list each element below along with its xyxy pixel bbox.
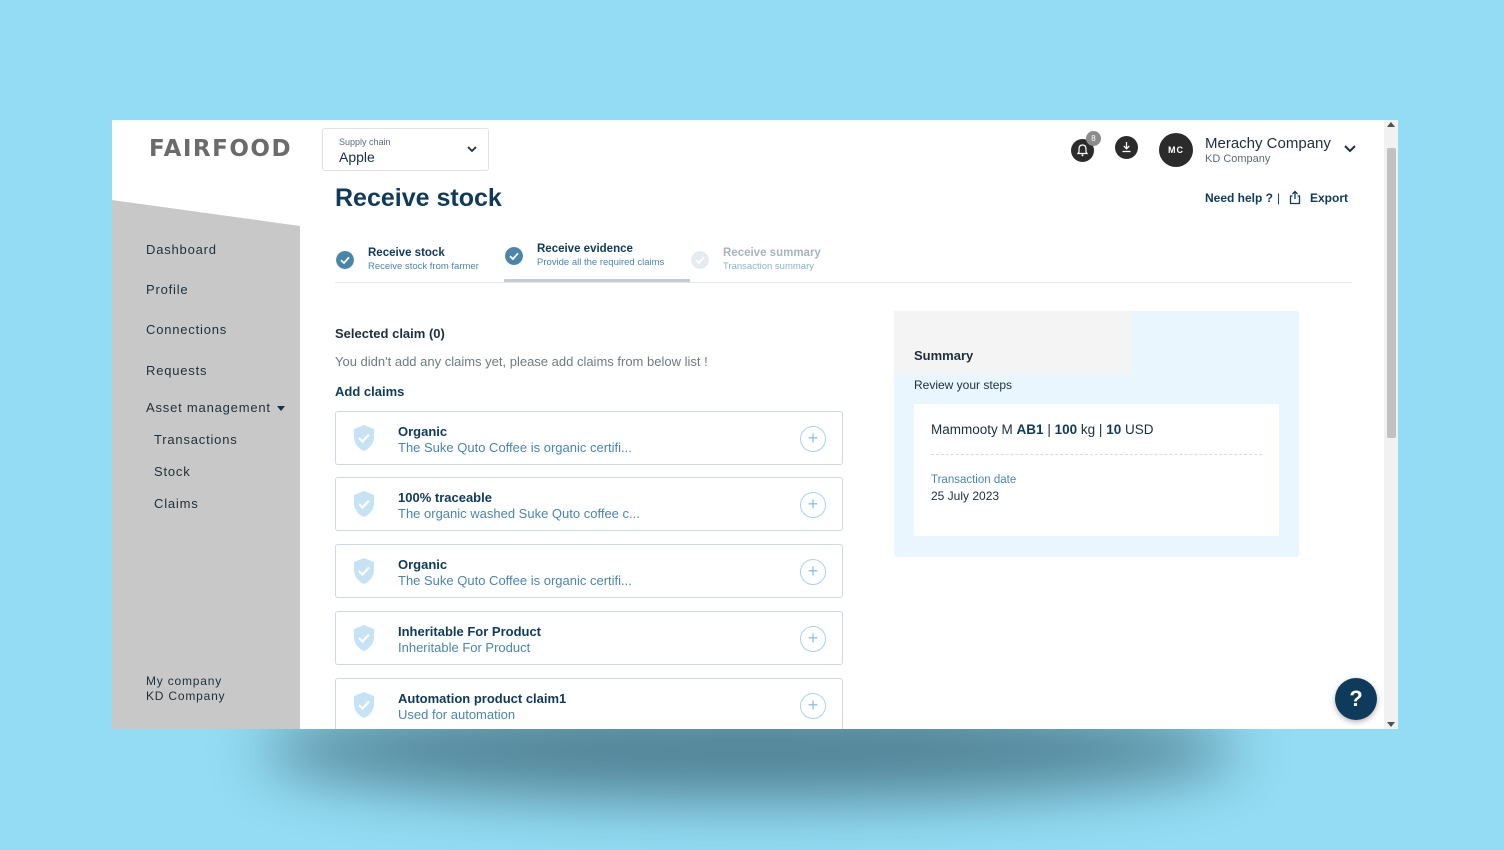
check-circle-icon bbox=[336, 251, 354, 269]
sidebar-item-dashboard[interactable]: Dashboard bbox=[146, 242, 217, 257]
caret-down-icon bbox=[276, 406, 285, 412]
shield-check-icon bbox=[354, 692, 374, 718]
claim-description: The Suke Quto Coffee is organic certifi.… bbox=[398, 573, 632, 588]
chevron-down-icon bbox=[467, 146, 477, 153]
claim-title: 100% traceable bbox=[398, 490, 492, 505]
step-subtitle: Transaction summary bbox=[723, 261, 814, 272]
check-circle-icon bbox=[505, 247, 523, 265]
sidebar-item-transactions[interactable]: Transactions bbox=[154, 432, 238, 447]
my-company[interactable]: My company KD Company bbox=[146, 674, 225, 704]
selected-claims-title: Selected claim (0) bbox=[335, 326, 445, 341]
sidebar-item-requests[interactable]: Requests bbox=[146, 363, 207, 378]
check-circle-icon bbox=[691, 251, 709, 269]
summary-price: 10 bbox=[1106, 422, 1122, 437]
help-button[interactable]: ? bbox=[1335, 678, 1377, 720]
step-title: Receive evidence bbox=[537, 243, 633, 255]
export-button[interactable]: Export bbox=[1310, 191, 1348, 205]
vertical-scrollbar[interactable] bbox=[1384, 120, 1398, 729]
stepper-active-indicator bbox=[504, 279, 690, 282]
claim-title: Automation product claim1 bbox=[398, 691, 567, 706]
download-icon bbox=[1122, 142, 1131, 153]
scrollbar-thumb[interactable] bbox=[1387, 148, 1396, 438]
sidebar-item-asset-management[interactable]: Asset management bbox=[146, 400, 285, 415]
sidebar-item-label: Asset management bbox=[146, 400, 271, 415]
need-help-link[interactable]: Need help ? bbox=[1205, 191, 1273, 205]
add-claim-button[interactable]: + bbox=[800, 559, 826, 585]
sidebar-background bbox=[112, 200, 300, 729]
page-title: Receive stock bbox=[335, 184, 502, 212]
shield-check-icon bbox=[354, 425, 374, 451]
summary-title: Summary bbox=[914, 348, 974, 363]
claim-title: Inheritable For Product bbox=[398, 624, 542, 639]
step-subtitle: Receive stock from farmer bbox=[368, 261, 479, 272]
summary-quantity: 100 bbox=[1054, 422, 1078, 437]
claim-card[interactable]: Organic The Suke Quto Coffee is organic … bbox=[335, 411, 843, 465]
add-claim-button[interactable]: + bbox=[800, 626, 826, 652]
claim-title: Organic bbox=[398, 557, 448, 572]
claim-card[interactable]: 100% traceable The organic washed Suke Q… bbox=[335, 477, 843, 531]
separator: | bbox=[1047, 422, 1051, 437]
supply-chain-select[interactable]: Supply chain Apple bbox=[322, 128, 489, 171]
user-company: KD Company bbox=[1205, 153, 1271, 165]
my-company-name: KD Company bbox=[146, 689, 226, 703]
summary-tab bbox=[894, 311, 1130, 374]
summary-card: Mammooty M AB1 | 100 kg | 10 USD Transac… bbox=[914, 404, 1279, 536]
stepper-line bbox=[335, 282, 1352, 283]
add-claim-button[interactable]: + bbox=[800, 492, 826, 518]
separator: | bbox=[1098, 422, 1103, 437]
summary-transaction-line: Mammooty M AB1 | 100 kg | 10 USD bbox=[931, 422, 1154, 437]
avatar[interactable]: MC bbox=[1159, 133, 1193, 167]
summary-subtitle: Review your steps bbox=[914, 378, 1013, 392]
shield-check-icon bbox=[354, 491, 374, 517]
sidebar-item-connections[interactable]: Connections bbox=[146, 322, 227, 337]
empty-claims-message: You didn't add any claims yet, please ad… bbox=[335, 354, 708, 369]
user-name[interactable]: Merachy Company bbox=[1205, 135, 1331, 152]
chevron-down-icon[interactable] bbox=[1343, 141, 1357, 155]
claim-description: The Suke Quto Coffee is organic certifi.… bbox=[398, 440, 632, 455]
claim-description: The organic washed Suke Quto coffee c... bbox=[398, 506, 640, 521]
add-claim-button[interactable]: + bbox=[800, 693, 826, 719]
claim-description: Used for automation bbox=[398, 707, 516, 722]
download-button[interactable] bbox=[1115, 136, 1138, 159]
shield-check-icon bbox=[354, 558, 374, 584]
add-claims-title: Add claims bbox=[335, 384, 405, 399]
supply-chain-value: Apple bbox=[339, 149, 375, 165]
step-title: Receive stock bbox=[368, 247, 445, 259]
claim-card[interactable]: Automation product claim1 Used for autom… bbox=[335, 678, 843, 729]
claim-card[interactable]: Inheritable For Product Inheritable For … bbox=[335, 611, 843, 665]
export-icon[interactable] bbox=[1288, 190, 1302, 205]
sidebar-item-claims[interactable]: Claims bbox=[154, 496, 199, 511]
notification-count-badge: 8 bbox=[1086, 131, 1101, 146]
supply-chain-label: Supply chain bbox=[339, 137, 391, 147]
summary-currency: USD bbox=[1125, 422, 1154, 437]
summary-farmer: Mammooty M bbox=[931, 422, 1013, 437]
notifications-button[interactable]: 8 bbox=[1071, 131, 1101, 162]
transaction-date-label: Transaction date bbox=[931, 474, 1017, 486]
summary-batch: AB1 bbox=[1016, 422, 1044, 437]
shield-check-icon bbox=[354, 625, 374, 651]
scroll-down-arrow-icon[interactable] bbox=[1387, 722, 1395, 727]
add-claim-button[interactable]: + bbox=[800, 426, 826, 452]
sidebar-item-stock[interactable]: Stock bbox=[154, 464, 191, 479]
app-window: FAIRFOOD Dashboard Profile Connections R… bbox=[112, 120, 1398, 729]
claim-card[interactable]: Organic The Suke Quto Coffee is organic … bbox=[335, 544, 843, 598]
summary-unit: kg bbox=[1080, 422, 1096, 437]
sidebar-item-profile[interactable]: Profile bbox=[146, 282, 188, 297]
claim-description: Inheritable For Product bbox=[398, 640, 531, 655]
summary-divider bbox=[931, 454, 1262, 455]
claim-title: Organic bbox=[398, 424, 448, 439]
summary-panel: Summary Review your steps Mammooty M AB1… bbox=[894, 311, 1299, 557]
divider: | bbox=[1277, 191, 1281, 205]
fairfood-logo: FAIRFOOD bbox=[149, 136, 293, 162]
step-title: Receive summary bbox=[723, 247, 821, 259]
my-company-label: My company bbox=[146, 674, 223, 688]
step-subtitle: Provide all the required claims bbox=[537, 257, 665, 268]
transaction-date-value: 25 July 2023 bbox=[931, 489, 1000, 503]
scroll-up-arrow-icon[interactable] bbox=[1387, 122, 1395, 127]
